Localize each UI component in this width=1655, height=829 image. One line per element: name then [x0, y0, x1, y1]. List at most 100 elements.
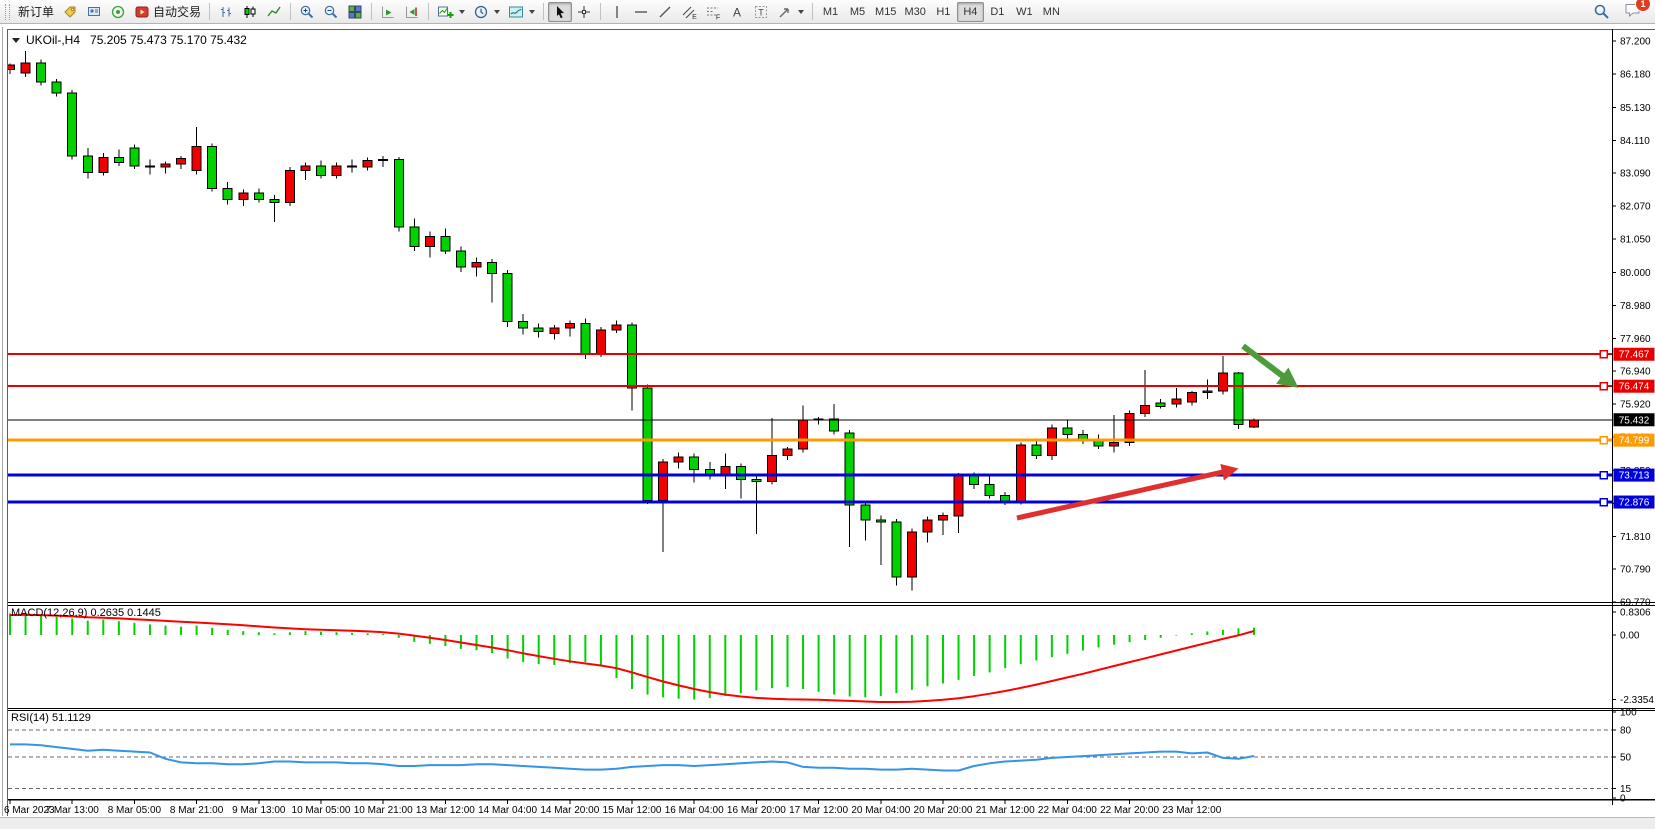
shapes-tool-button[interactable] [773, 2, 808, 22]
macd-pane[interactable]: 0.83060.00-2.3354 [10, 607, 1654, 706]
time-axis[interactable]: 6 Mar 20237 Mar 13:008 Mar 05:008 Mar 21… [4, 800, 1222, 816]
svg-text:0.8306: 0.8306 [1620, 607, 1651, 618]
timeframe-button-d1[interactable]: D1 [984, 2, 1011, 22]
svg-text:10 Mar 21:00: 10 Mar 21:00 [354, 805, 413, 816]
svg-text:72.876: 72.876 [1619, 498, 1650, 509]
data-window-button[interactable] [82, 2, 106, 22]
text-tool-button[interactable]: A [725, 2, 749, 22]
candle [472, 262, 481, 267]
horizontal-line-tool-button[interactable] [629, 2, 653, 22]
rsi-pane[interactable]: 1008050150 [8, 708, 1637, 805]
channel-tool-button[interactable]: E [677, 2, 701, 22]
candle [1172, 399, 1181, 404]
status-bar [0, 817, 1655, 829]
svg-text:87.200: 87.200 [1620, 36, 1651, 47]
price-axis[interactable]: 87.20086.18085.13084.11083.09082.07081.0… [1612, 36, 1651, 608]
zoom-in-button[interactable] [295, 2, 319, 22]
svg-text:80.000: 80.000 [1620, 268, 1651, 279]
template-button[interactable] [504, 2, 539, 22]
chart-shift-icon [404, 4, 420, 20]
candle [581, 324, 590, 354]
svg-text:10 Mar 05:00: 10 Mar 05:00 [292, 805, 351, 816]
horizontal-line-icon [633, 4, 649, 20]
timeframe-button-m1[interactable]: M1 [817, 2, 844, 22]
chart-canvas[interactable]: 87.20086.18085.13084.11083.09082.07081.0… [0, 0, 1655, 828]
crosshair-tool-button[interactable] [572, 2, 596, 22]
text-tool-letter: A [733, 5, 741, 19]
candle [52, 82, 61, 93]
cursor-icon [552, 4, 568, 20]
candle [736, 467, 745, 480]
candle [923, 520, 932, 532]
candle [301, 166, 310, 171]
candle [643, 388, 652, 501]
svg-text:20 Mar 20:00: 20 Mar 20:00 [914, 805, 973, 816]
signals-button[interactable] [106, 2, 130, 22]
candle [425, 237, 434, 247]
toolbar-separator [209, 3, 210, 20]
candle [628, 325, 637, 388]
svg-text:15 Mar 12:00: 15 Mar 12:00 [603, 805, 662, 816]
red-up-arrow [1017, 470, 1232, 518]
svg-text:8 Mar 05:00: 8 Mar 05:00 [108, 805, 162, 816]
label-tool-letter: T [758, 7, 764, 17]
timeframe-button-mn[interactable]: MN [1038, 2, 1065, 22]
period-selector-button[interactable] [469, 2, 504, 22]
candle [410, 227, 419, 246]
candle [1203, 391, 1212, 392]
timeframe-button-h1[interactable]: H1 [930, 2, 957, 22]
label-tool-button[interactable]: T [749, 2, 773, 22]
dropdown-caret-icon [529, 10, 535, 14]
candle [285, 170, 294, 202]
svg-text:78.980: 78.980 [1620, 301, 1651, 312]
candle [503, 273, 512, 321]
timeframe-button-w1[interactable]: W1 [1011, 2, 1038, 22]
candle [612, 325, 621, 330]
symbol-collapse-icon[interactable] [12, 38, 20, 43]
candle [783, 449, 792, 455]
candle [254, 193, 263, 199]
horizontal-lines[interactable] [8, 351, 1612, 506]
candle [1234, 373, 1243, 425]
svg-text:14 Mar 20:00: 14 Mar 20:00 [540, 805, 599, 816]
zoom-out-button[interactable] [319, 2, 343, 22]
search-button[interactable] [1589, 2, 1614, 22]
candle [596, 330, 605, 354]
svg-text:0.00: 0.00 [1620, 631, 1640, 642]
fibonacci-tool-button[interactable]: F [701, 2, 725, 22]
candle [1047, 428, 1056, 456]
add-indicator-button[interactable] [433, 2, 469, 22]
cursor-tool-button[interactable] [548, 2, 572, 22]
candle [1016, 445, 1025, 502]
candle [907, 532, 916, 577]
line-chart-type-button[interactable] [262, 2, 286, 22]
candle [1218, 373, 1227, 391]
community-chat-button[interactable]: 1 [1624, 1, 1642, 23]
candle [68, 93, 77, 156]
auto-trading-button[interactable]: 自动交易 [130, 2, 205, 22]
timeframe-button-m5[interactable]: M5 [844, 2, 871, 22]
timeframe-button-h4[interactable]: H4 [957, 2, 984, 22]
tile-windows-button[interactable] [343, 2, 367, 22]
svg-text:84.110: 84.110 [1620, 136, 1650, 147]
svg-text:70.790: 70.790 [1620, 565, 1651, 576]
vertical-line-tool-button[interactable] [605, 2, 629, 22]
timeframe-group: M1M5M15M30H1H4D1W1MN [817, 2, 1065, 22]
auto-scroll-button[interactable] [376, 2, 400, 22]
candle [130, 148, 139, 166]
candle [1187, 393, 1196, 403]
timeframe-button-m30[interactable]: M30 [900, 2, 929, 22]
bar-chart-type-button[interactable] [214, 2, 238, 22]
svg-text:100: 100 [1620, 708, 1637, 719]
candle [99, 158, 108, 173]
chart-shift-button[interactable] [400, 2, 424, 22]
candle [1250, 420, 1259, 427]
candlestick-type-button[interactable] [238, 2, 262, 22]
market-watch-button[interactable] [58, 2, 82, 22]
trend-arrows[interactable] [1017, 346, 1292, 518]
new-order-button[interactable]: 新订单 [14, 2, 58, 22]
line-chart-icon [266, 4, 282, 20]
svg-text:76.940: 76.940 [1620, 367, 1651, 378]
timeframe-button-m15[interactable]: M15 [871, 2, 900, 22]
trendline-tool-button[interactable] [653, 2, 677, 22]
